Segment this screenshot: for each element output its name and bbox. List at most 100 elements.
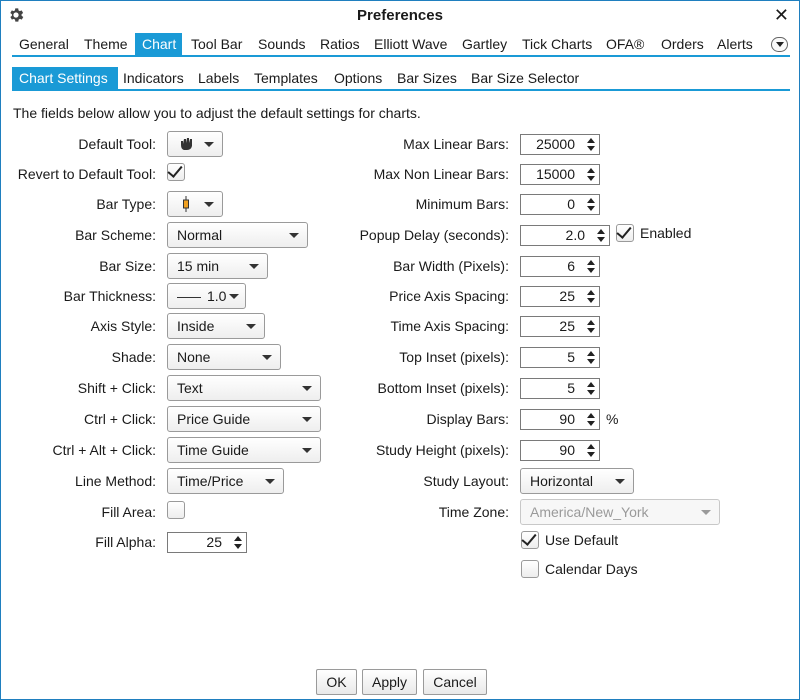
- spinner-down-icon[interactable]: [587, 421, 595, 426]
- spinner-up-icon[interactable]: [587, 260, 595, 265]
- spinner-down-icon[interactable]: [587, 176, 595, 181]
- tab-indicators[interactable]: Indicators: [116, 67, 191, 89]
- spinner-up-icon[interactable]: [587, 320, 595, 325]
- spinner-down-icon[interactable]: [587, 452, 595, 457]
- time-zone-select[interactable]: America/New_York: [520, 499, 720, 525]
- spinner-up-icon[interactable]: [234, 536, 242, 541]
- hand-icon: [181, 138, 192, 150]
- bar-scheme-value: Normal: [177, 227, 223, 243]
- bar-thickness-select[interactable]: 1.0: [167, 283, 246, 309]
- apply-button[interactable]: Apply: [362, 669, 417, 695]
- price-axis-spacing-label: Price Axis Spacing:: [389, 288, 509, 304]
- top-inset-spinner[interactable]: 5: [520, 347, 600, 368]
- max-linear-bars-spinner[interactable]: 25000: [520, 134, 600, 155]
- revert-default-tool-checkbox[interactable]: [167, 162, 185, 181]
- spinner-up-icon[interactable]: [587, 290, 595, 295]
- ctrl-alt-click-select[interactable]: Time Guide: [167, 437, 321, 463]
- spinner-down-icon[interactable]: [587, 268, 595, 273]
- spinner-down-icon[interactable]: [597, 237, 605, 242]
- spinner-down-icon[interactable]: [587, 390, 595, 395]
- bar-type-label: Bar Type:: [96, 196, 156, 212]
- tab-options[interactable]: Options: [327, 67, 389, 89]
- spinner-up-icon[interactable]: [587, 413, 595, 418]
- spinner-up-icon[interactable]: [587, 444, 595, 449]
- chevron-down-icon: [302, 386, 312, 391]
- max-non-linear-bars-spinner[interactable]: 15000: [520, 164, 600, 185]
- shift-click-label: Shift + Click:: [77, 380, 156, 396]
- display-bars-spinner[interactable]: 90: [520, 409, 600, 430]
- tab-bar-sizes[interactable]: Bar Sizes: [390, 67, 464, 89]
- bottom-inset-spinner[interactable]: 5: [520, 378, 600, 399]
- shade-select[interactable]: None: [167, 344, 281, 370]
- bar-size-value: 15 min: [177, 258, 220, 274]
- tab-elliott-wave[interactable]: Elliott Wave: [367, 33, 454, 55]
- spinner-down-icon[interactable]: [587, 298, 595, 303]
- tab-tick-charts[interactable]: Tick Charts: [515, 33, 599, 55]
- bar-width-spinner[interactable]: 6: [520, 256, 600, 277]
- tab-orders[interactable]: Orders: [654, 33, 711, 55]
- title-bar: Preferences ✕: [1, 1, 799, 31]
- close-icon[interactable]: ✕: [774, 5, 789, 25]
- spinner-up-icon[interactable]: [597, 229, 605, 234]
- spinner-down-icon[interactable]: [587, 206, 595, 211]
- tab-alerts[interactable]: Alerts: [710, 33, 760, 55]
- chevron-down-icon: [302, 417, 312, 422]
- chevron-down-icon: [249, 264, 259, 269]
- popup-delay-enabled-checkbox[interactable]: [616, 223, 634, 242]
- fill-alpha-spinner[interactable]: 25: [167, 532, 247, 553]
- tab-gartley[interactable]: Gartley: [455, 33, 514, 55]
- cancel-button[interactable]: Cancel: [423, 669, 487, 695]
- ctrl-alt-click-label: Ctrl + Alt + Click:: [52, 442, 156, 458]
- bar-width-value: 6: [567, 258, 575, 274]
- time-axis-spacing-spinner[interactable]: 25: [520, 316, 600, 337]
- fill-area-checkbox[interactable]: [167, 501, 185, 519]
- minimum-bars-value: 0: [567, 196, 575, 212]
- price-axis-spacing-spinner[interactable]: 25: [520, 286, 600, 307]
- line-method-select[interactable]: Time/Price: [167, 468, 284, 494]
- axis-style-value: Inside: [177, 318, 215, 334]
- display-bars-label: Display Bars:: [426, 411, 509, 427]
- bar-type-select[interactable]: [167, 191, 223, 217]
- ctrl-click-select[interactable]: Price Guide: [167, 406, 321, 432]
- tab-sounds[interactable]: Sounds: [251, 33, 312, 55]
- tab-tool-bar[interactable]: Tool Bar: [184, 33, 249, 55]
- study-height-spinner[interactable]: 90: [520, 440, 600, 461]
- minimum-bars-spinner[interactable]: 0: [520, 194, 600, 215]
- study-layout-select[interactable]: Horizontal: [520, 468, 634, 494]
- spinner-down-icon[interactable]: [587, 359, 595, 364]
- tab-ratios[interactable]: Ratios: [313, 33, 367, 55]
- display-bars-unit: %: [606, 411, 619, 427]
- bar-thickness-value: 1.0: [207, 288, 227, 304]
- tab-general[interactable]: General: [12, 33, 76, 55]
- tab-labels[interactable]: Labels: [191, 67, 246, 89]
- axis-style-select[interactable]: Inside: [167, 313, 265, 339]
- use-default-checkbox[interactable]: [521, 530, 539, 549]
- bar-size-select[interactable]: 15 min: [167, 253, 268, 279]
- shift-click-select[interactable]: Text: [167, 375, 321, 401]
- tab-bar-size-selector[interactable]: Bar Size Selector: [464, 67, 586, 89]
- tab-theme[interactable]: Theme: [77, 33, 135, 55]
- tab-ofa[interactable]: OFA®: [599, 33, 651, 55]
- chevron-down-icon: [289, 233, 299, 238]
- max-linear-bars-value: 25000: [536, 136, 575, 152]
- spinner-up-icon[interactable]: [587, 351, 595, 356]
- tab-chart-settings[interactable]: Chart Settings: [12, 67, 118, 89]
- default-tool-select[interactable]: [167, 131, 223, 157]
- spinner-up-icon[interactable]: [587, 138, 595, 143]
- spinner-down-icon[interactable]: [587, 328, 595, 333]
- fill-alpha-value: 25: [206, 534, 222, 550]
- spinner-up-icon[interactable]: [587, 198, 595, 203]
- more-tabs-button[interactable]: [771, 37, 788, 52]
- calendar-days-checkbox[interactable]: [521, 560, 539, 578]
- spinner-up-icon[interactable]: [587, 168, 595, 173]
- ok-button[interactable]: OK: [316, 669, 357, 695]
- spinner-down-icon[interactable]: [587, 146, 595, 151]
- popup-delay-spinner[interactable]: 2.0: [520, 225, 610, 246]
- tab-templates[interactable]: Templates: [247, 67, 325, 89]
- chevron-down-icon: [701, 510, 711, 515]
- chevron-down-icon: [229, 294, 239, 299]
- spinner-down-icon[interactable]: [234, 544, 242, 549]
- spinner-up-icon[interactable]: [587, 382, 595, 387]
- bar-scheme-select[interactable]: Normal: [167, 222, 308, 248]
- tab-chart[interactable]: Chart: [135, 33, 182, 55]
